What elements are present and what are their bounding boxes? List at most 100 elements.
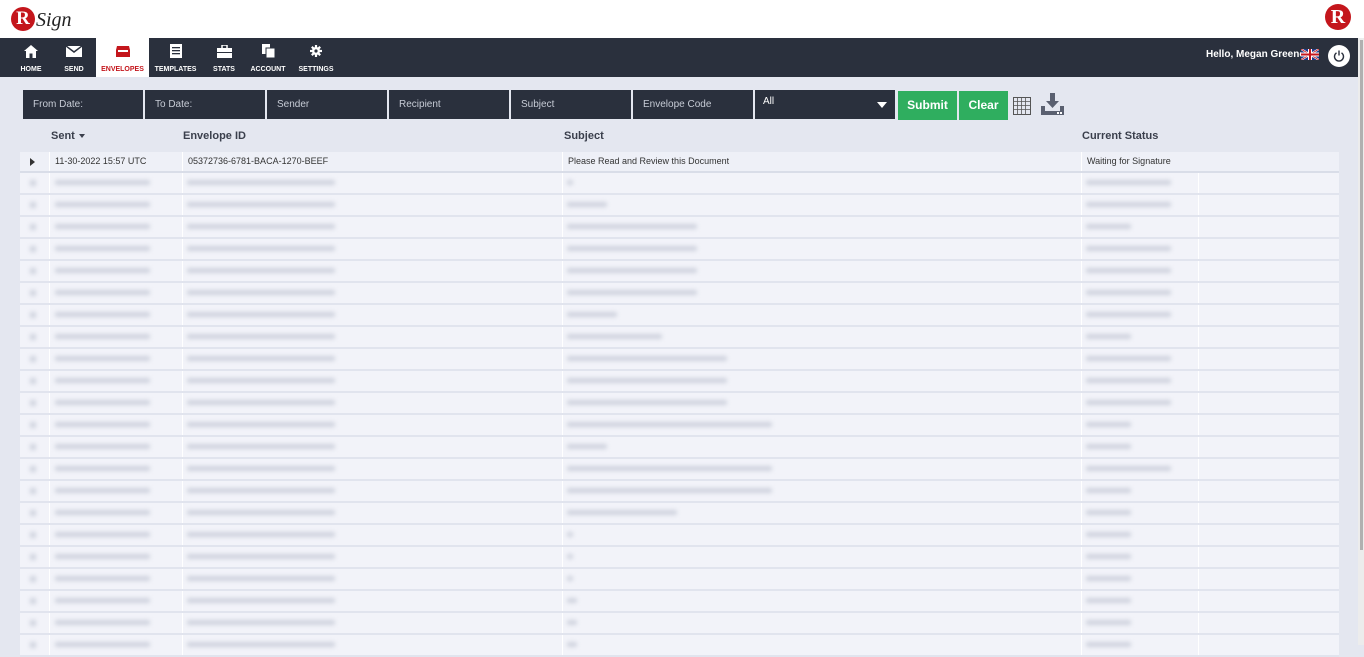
sender-input[interactable]: Sender — [267, 90, 387, 119]
expand-row-icon[interactable] — [30, 444, 36, 450]
obscured-cell — [1086, 532, 1131, 537]
from-date-input[interactable]: From Date: — [23, 90, 143, 119]
table-row[interactable] — [20, 173, 1339, 195]
nav-settings[interactable]: SETTINGS — [296, 38, 336, 77]
table-row[interactable] — [20, 569, 1339, 591]
subject-input[interactable]: Subject — [511, 90, 631, 119]
expand-row-icon[interactable] — [30, 576, 36, 582]
expand-row-icon[interactable] — [30, 378, 36, 384]
obscured-cell — [55, 510, 150, 515]
cell-divider — [1198, 569, 1199, 589]
scrollbar-thumb[interactable] — [1360, 40, 1363, 550]
cell-divider — [49, 283, 50, 303]
expand-row-icon[interactable] — [30, 246, 36, 252]
obscured-cell — [187, 180, 335, 185]
cell-divider — [182, 217, 183, 237]
table-row[interactable] — [20, 415, 1339, 437]
cell-divider — [1081, 415, 1082, 435]
table-row[interactable] — [20, 591, 1339, 613]
obscured-cell — [187, 488, 335, 493]
table-row[interactable] — [20, 327, 1339, 349]
to-date-input[interactable]: To Date: — [145, 90, 265, 119]
expand-row-icon[interactable] — [30, 158, 35, 166]
nav-envelopes[interactable]: ENVELOPES — [96, 38, 149, 77]
cell-divider — [49, 327, 50, 347]
nav-send[interactable]: SEND — [57, 38, 91, 77]
cell-divider — [1081, 217, 1082, 237]
expand-row-icon[interactable] — [30, 598, 36, 604]
expand-row-icon[interactable] — [30, 642, 36, 648]
column-header-sent[interactable]: Sent — [51, 130, 85, 142]
cell-divider — [182, 591, 183, 611]
cell-divider — [49, 393, 50, 413]
table-row[interactable] — [20, 393, 1339, 415]
obscured-cell — [567, 554, 573, 559]
submit-button[interactable]: Submit — [898, 91, 957, 120]
table-row[interactable] — [20, 371, 1339, 393]
cell-divider — [182, 349, 183, 369]
table-row[interactable] — [20, 305, 1339, 327]
status-select[interactable]: All — [755, 90, 895, 119]
column-header-subject[interactable]: Subject — [564, 130, 604, 142]
table-row[interactable] — [20, 481, 1339, 503]
download-icon[interactable] — [1040, 93, 1065, 116]
cell-divider — [1198, 195, 1199, 215]
obscured-cell — [55, 246, 150, 251]
column-header-envelope-id[interactable]: Envelope ID — [183, 130, 246, 142]
table-row[interactable] — [20, 459, 1339, 481]
nav-templates[interactable]: TEMPLATES — [153, 38, 198, 77]
nav-home[interactable]: HOME — [12, 38, 50, 77]
expand-row-icon[interactable] — [30, 422, 36, 428]
expand-row-icon[interactable] — [30, 554, 36, 560]
expand-row-icon[interactable] — [30, 466, 36, 472]
calendar-icon[interactable] — [1013, 97, 1031, 115]
expand-row-icon[interactable] — [30, 290, 36, 296]
table-row[interactable] — [20, 261, 1339, 283]
expand-row-icon[interactable] — [30, 400, 36, 406]
clear-button[interactable]: Clear — [959, 91, 1008, 120]
expand-row-icon[interactable] — [30, 180, 36, 186]
cell-divider — [1081, 195, 1082, 215]
table-row[interactable] — [20, 437, 1339, 459]
cell-divider — [1081, 327, 1082, 347]
table-row[interactable] — [20, 195, 1339, 217]
obscured-cell — [1086, 268, 1171, 273]
cell-divider — [49, 525, 50, 545]
expand-row-icon[interactable] — [30, 334, 36, 340]
expand-row-icon[interactable] — [30, 202, 36, 208]
table-row[interactable] — [20, 283, 1339, 305]
expand-row-icon[interactable] — [30, 224, 36, 230]
obscured-cell — [187, 268, 335, 273]
table-row[interactable] — [20, 547, 1339, 569]
table-row[interactable]: 11-30-2022 15:57 UTC 05372736-6781-BACA-… — [20, 152, 1339, 173]
rsign-logo[interactable]: R Sign — [11, 4, 72, 34]
recipient-input[interactable]: Recipient — [389, 90, 509, 119]
cell-divider — [562, 613, 563, 633]
table-row[interactable] — [20, 503, 1339, 525]
expand-row-icon[interactable] — [30, 510, 36, 516]
obscured-cell — [55, 268, 150, 273]
table-row[interactable] — [20, 613, 1339, 635]
column-header-status[interactable]: Current Status — [1082, 130, 1158, 142]
table-row[interactable] — [20, 239, 1339, 261]
table-row[interactable] — [20, 349, 1339, 371]
obscured-cell — [187, 620, 335, 625]
expand-row-icon[interactable] — [30, 488, 36, 494]
obscured-cell — [1086, 488, 1131, 493]
table-row[interactable] — [20, 635, 1339, 657]
table-row[interactable] — [20, 525, 1339, 547]
expand-row-icon[interactable] — [30, 356, 36, 362]
nav-stats-label: STATS — [213, 66, 235, 73]
expand-row-icon[interactable] — [30, 532, 36, 538]
obscured-cell — [567, 378, 727, 383]
expand-row-icon[interactable] — [30, 620, 36, 626]
table-row[interactable] — [20, 217, 1339, 239]
nav-stats[interactable]: STATS — [208, 38, 240, 77]
logout-button[interactable] — [1328, 45, 1350, 67]
expand-row-icon[interactable] — [30, 268, 36, 274]
cell-divider — [182, 393, 183, 413]
nav-account[interactable]: ACCOUNT — [249, 38, 287, 77]
expand-row-icon[interactable] — [30, 312, 36, 318]
uk-flag-icon[interactable] — [1301, 49, 1319, 60]
envelope-code-input[interactable]: Envelope Code — [633, 90, 753, 119]
